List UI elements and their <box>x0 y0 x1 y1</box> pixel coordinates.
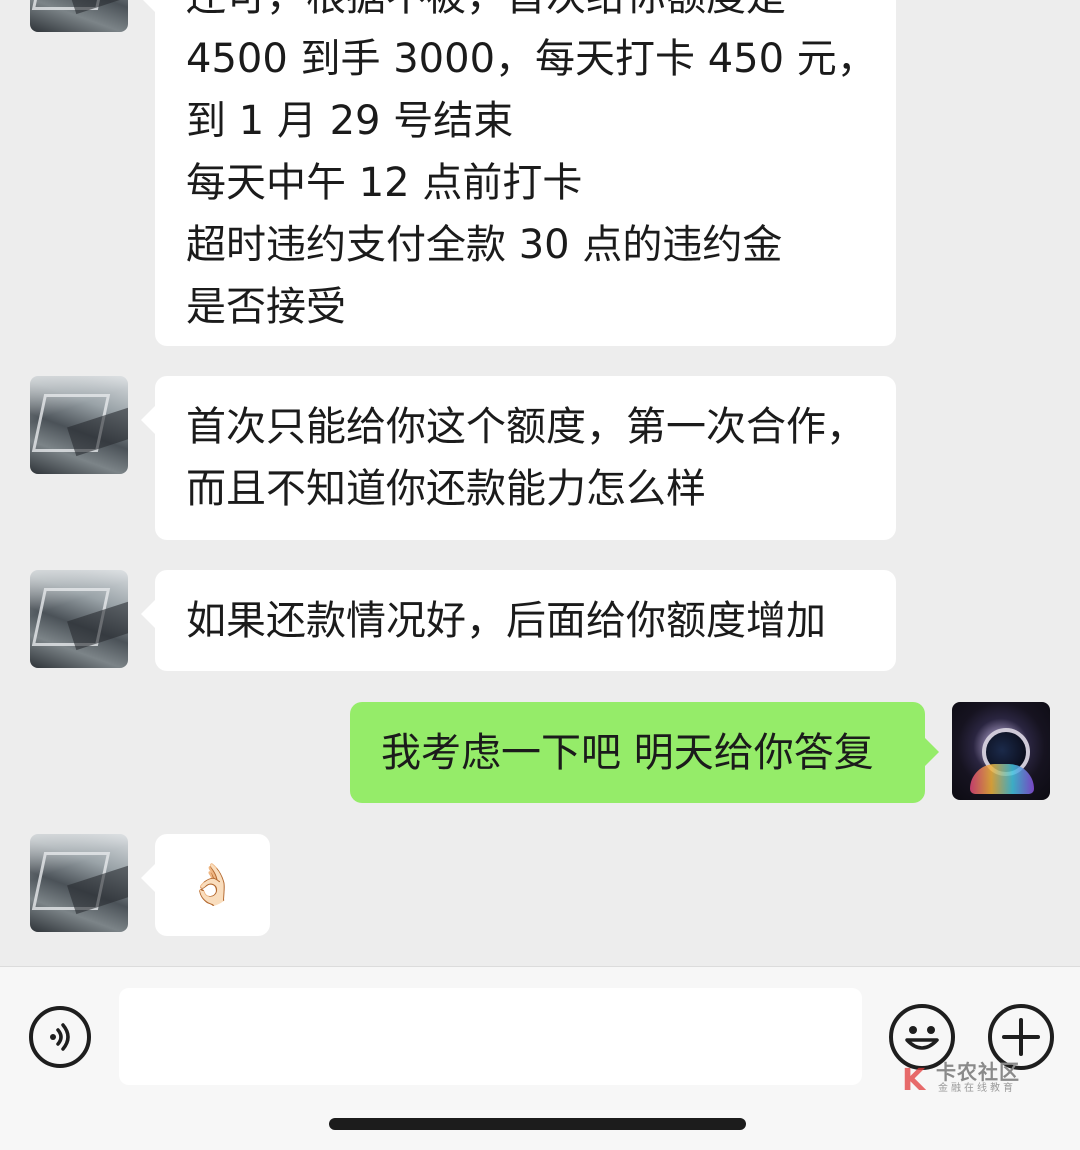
input-toolbar: K 卡农社区 金融在线教育 <box>0 966 1080 1150</box>
message-text: 到 1 月 29 号结束 <box>186 98 514 144</box>
voice-icon <box>50 1023 70 1051</box>
message-text: 而且不知道你还款能力怎么样 <box>186 466 706 512</box>
message-text: 还可，根据不被，首次给你额度是 <box>186 0 866 28</box>
message-input[interactable] <box>119 988 862 1085</box>
message-text: 如果还款情况好，后面给你额度增加 <box>186 598 826 644</box>
message-text: 超时违约支付全款 30 点的违约金 <box>186 222 783 268</box>
own-avatar[interactable] <box>952 702 1050 800</box>
contact-avatar[interactable] <box>30 376 128 474</box>
message-text: 是否接受 <box>186 284 346 330</box>
watermark-subtitle: 金融在线教育 <box>938 1083 1016 1094</box>
own-message-bubble[interactable]: 我考虑一下吧 明天给你答复 <box>350 702 939 803</box>
message-text: 首次只能给你这个额度，第一次合作， <box>186 404 866 450</box>
watermark-title: 卡农社区 <box>936 1060 1020 1084</box>
message-text: 每天中午 12 点前打卡 <box>186 160 583 206</box>
emoji-message-bubble[interactable]: 👌🏻 <box>141 834 270 936</box>
plus-icon <box>1002 1018 1040 1056</box>
watermark: K 卡农社区 金融在线教育 <box>902 1061 1032 1101</box>
message-text: 4500 到手 3000，每天打卡 450 元， <box>186 36 877 82</box>
message-text: 我考虑一下吧 明天给你答复 <box>381 730 874 776</box>
chat-area[interactable]: 还可，根据不被，首次给你额度是 4500 到手 3000，每天打卡 450 元，… <box>0 0 1080 966</box>
voice-button[interactable] <box>29 1006 91 1068</box>
message-bubble[interactable]: 如果还款情况好，后面给你额度增加 <box>141 570 896 671</box>
message-bubble[interactable]: 还可，根据不被，首次给你额度是 4500 到手 3000，每天打卡 450 元，… <box>141 0 896 346</box>
contact-avatar[interactable] <box>30 570 128 668</box>
home-indicator[interactable] <box>329 1118 746 1130</box>
contact-avatar[interactable] <box>30 834 128 932</box>
contact-avatar[interactable] <box>30 0 128 32</box>
message-bubble[interactable]: 首次只能给你这个额度，第一次合作， 而且不知道你还款能力怎么样 <box>141 376 896 540</box>
ok-hand-emoji: 👌🏻 <box>187 862 238 908</box>
emoji-icon <box>905 1026 939 1050</box>
watermark-logo-icon: K <box>902 1063 926 1098</box>
